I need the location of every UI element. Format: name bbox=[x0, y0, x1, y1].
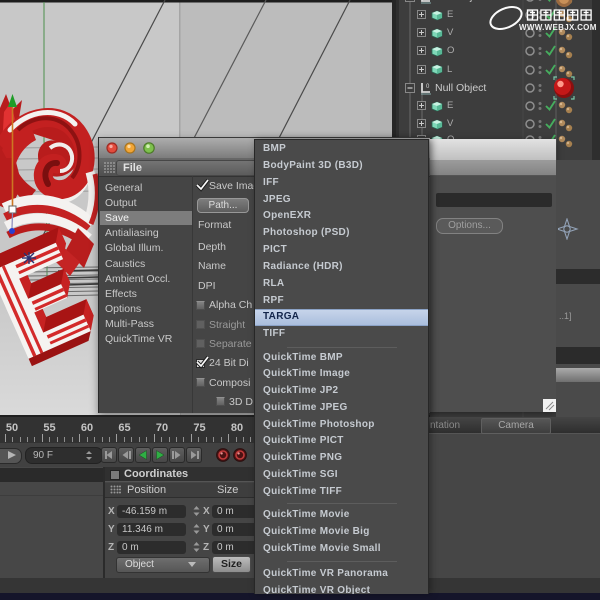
svg-text:0: 0 bbox=[426, 84, 430, 90]
svg-text:WWW.WEBJX.COM: WWW.WEBJX.COM bbox=[519, 23, 597, 32]
